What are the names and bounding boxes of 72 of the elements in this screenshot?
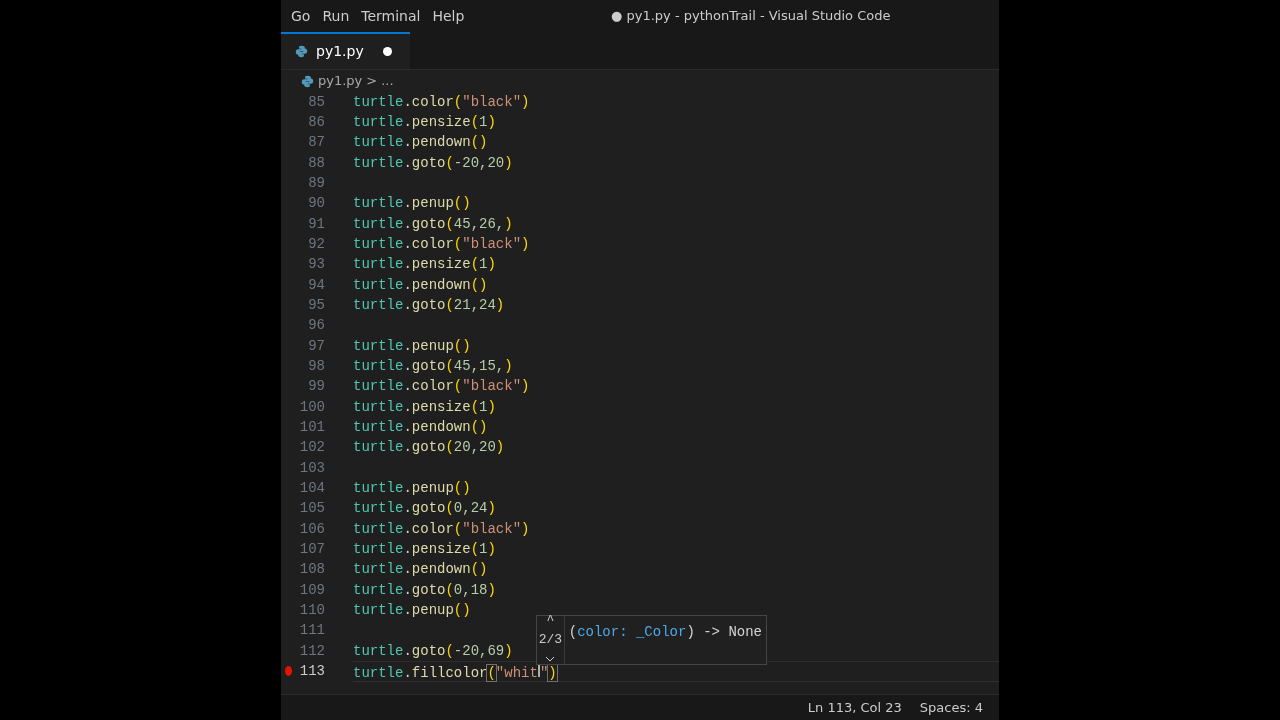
line-number: 92 [307, 234, 325, 254]
line-number: 99 [307, 377, 325, 397]
code-line: turtle.pensize(1) [353, 397, 496, 417]
code-line: turtle.color("black") [353, 377, 530, 397]
code-line: turtle.pensize(1) [353, 539, 496, 559]
unsaved-dot-icon [383, 47, 392, 56]
code-line: turtle.goto(-20,69) [353, 641, 513, 661]
line-number: 108 [298, 560, 325, 580]
line-number: 90 [307, 194, 325, 214]
breadcrumb-item[interactable]: py1.py [318, 71, 363, 91]
code-line: turtle.fillcolor("whit") [353, 658, 557, 684]
code-line: turtle.goto(0,18) [353, 580, 496, 600]
line-number: 106 [298, 519, 325, 539]
overload-counter: 2/3 [538, 631, 563, 650]
line-number: 93 [307, 255, 325, 275]
function-signature: (color: _Color) -> None [567, 623, 763, 642]
code-line: turtle.pendown() [353, 560, 488, 580]
python-file-icon [295, 45, 308, 58]
code-line: turtle.pendown() [353, 275, 488, 295]
line-number: 102 [298, 438, 325, 458]
status-item[interactable]: Ln 113, Col 23 [807, 697, 902, 718]
code-line: turtle.penup() [353, 194, 471, 214]
menu-item[interactable]: Run [316, 5, 356, 27]
breadcrumb-separator: > [366, 72, 378, 91]
code-line: turtle.penup() [353, 336, 471, 356]
line-number: 112 [298, 641, 325, 661]
line-number: 111 [298, 621, 325, 641]
code-line: turtle.color("black") [353, 92, 530, 112]
code-line: turtle.goto(21,24) [353, 295, 505, 315]
line-number: 104 [298, 478, 325, 498]
line-number: 96 [307, 316, 325, 336]
line-number: 100 [298, 397, 325, 417]
breakpoint-icon[interactable] [285, 666, 293, 677]
up-chevron-icon[interactable]: ^ [546, 610, 555, 631]
line-number: 94 [307, 275, 325, 295]
line-number: 105 [298, 499, 325, 519]
code-line: turtle.color("black") [353, 519, 530, 539]
code-line: turtle.goto(45,15,) [353, 356, 513, 376]
window-title: ● py1.py - pythonTrail - Visual Studio Code [611, 7, 891, 26]
code-line: turtle.goto(0,24) [353, 499, 496, 519]
line-number: 87 [307, 133, 325, 153]
line-number: 113 [298, 661, 325, 681]
menu-item[interactable]: Help [426, 5, 471, 27]
code-line: turtle.pensize(1) [353, 255, 496, 275]
line-number: 89 [307, 174, 325, 193]
code-line: turtle.color("black") [353, 234, 530, 254]
menu-item[interactable]: Go [285, 5, 317, 27]
line-number: 91 [307, 214, 325, 234]
line-number: 85 [307, 92, 325, 112]
menu-item[interactable]: Terminal [355, 5, 427, 27]
line-number: 97 [307, 336, 325, 356]
python-file-icon [301, 74, 314, 88]
code-line: turtle.penup() [353, 600, 471, 620]
line-number: 109 [298, 580, 325, 600]
code-line: turtle.penup() [353, 478, 471, 498]
code-line: turtle.pensize(1) [353, 113, 496, 132]
line-number: 110 [298, 600, 325, 620]
breadcrumb-item[interactable]: ... [381, 71, 394, 91]
code-line: turtle.pendown() [353, 417, 488, 437]
status-item[interactable]: Spaces: 4 [919, 697, 983, 718]
line-number: 88 [307, 153, 325, 173]
line-number: 86 [307, 113, 325, 132]
line-number: 103 [298, 458, 325, 478]
code-line: turtle.goto(20,20) [353, 438, 505, 458]
code-line: turtle.goto(45,26,) [353, 214, 513, 234]
line-number: 107 [298, 539, 325, 559]
code-line: turtle.pendown() [353, 133, 488, 153]
editor-tab[interactable]: py1.py [281, 32, 410, 69]
code-line: turtle.goto(-20,20) [353, 153, 513, 173]
line-number: 101 [298, 417, 325, 437]
line-number: 98 [307, 356, 325, 376]
line-number: 95 [307, 295, 325, 315]
